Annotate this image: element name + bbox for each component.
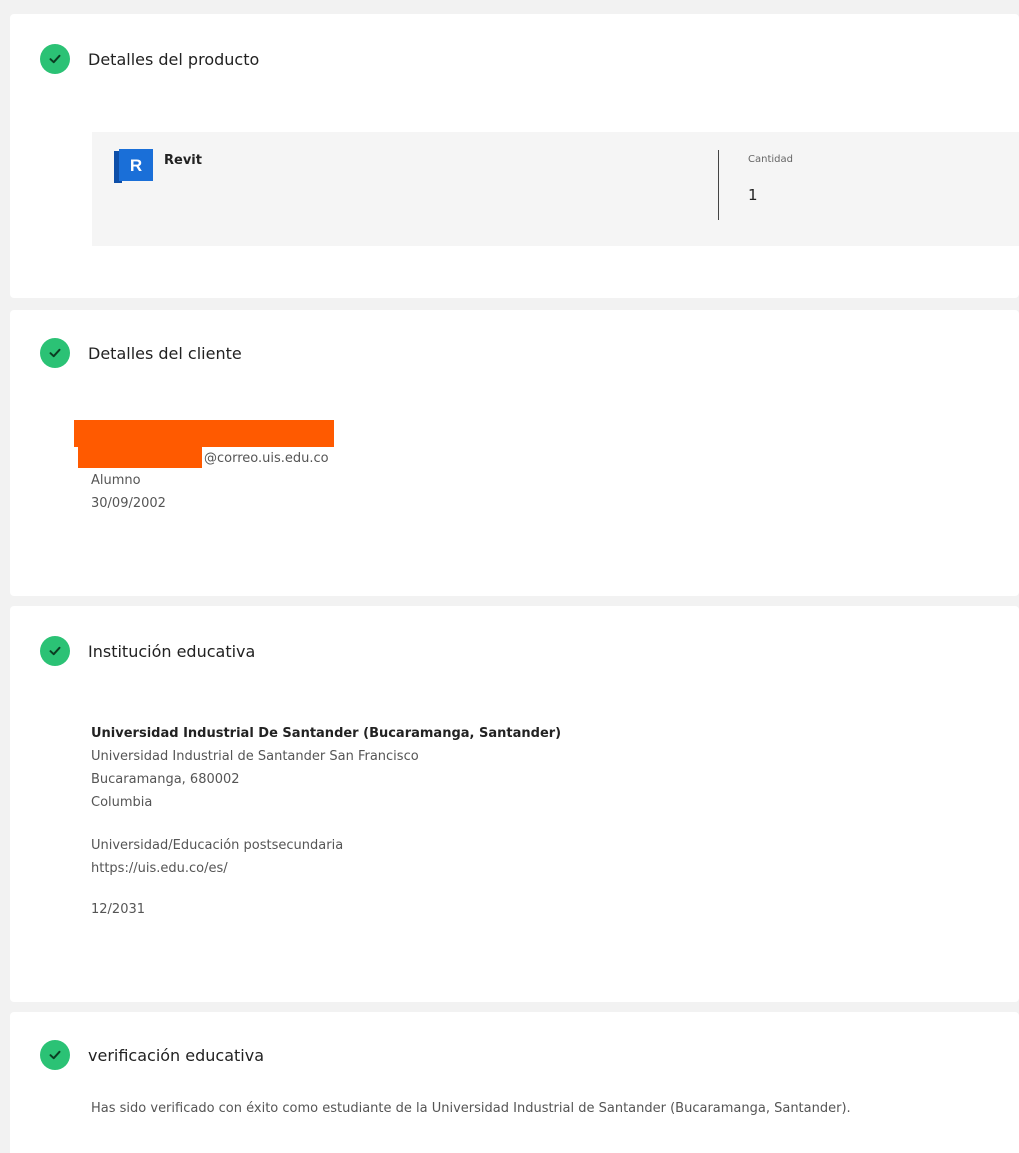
- redacted-email-prefix: [78, 446, 202, 468]
- client-birth-date: 30/09/2002: [91, 496, 166, 511]
- product-details-card: Detalles del producto R Revit Cantidad 1: [10, 14, 1019, 298]
- section-title: Detalles del cliente: [88, 343, 242, 363]
- product-name: Revit: [164, 153, 202, 168]
- product-row: R Revit Cantidad 1: [92, 132, 1019, 246]
- client-role: Alumno: [91, 473, 141, 488]
- section-title: Detalles del producto: [88, 49, 260, 69]
- client-details-header: Detalles del cliente: [40, 338, 242, 368]
- check-circle-icon: [40, 1040, 70, 1070]
- institution-end-date: 12/2031: [91, 902, 146, 917]
- quantity-label: Cantidad: [748, 154, 793, 165]
- logo-letter: R: [130, 156, 142, 175]
- check-circle-icon: [40, 44, 70, 74]
- institution-campus: Universidad Industrial de Santander San …: [91, 749, 419, 764]
- section-title: Institución educativa: [88, 641, 256, 661]
- institution-header: Institución educativa: [40, 636, 255, 666]
- institution-city: Bucaramanga, 680002: [91, 772, 240, 787]
- product-details-header: Detalles del producto: [40, 44, 259, 74]
- quantity-value: 1: [748, 186, 758, 204]
- institution-country: Columbia: [91, 795, 153, 810]
- institution-name: Universidad Industrial De Santander (Buc…: [91, 726, 562, 741]
- email-suffix: @correo.uis.edu.co: [204, 451, 329, 466]
- verification-card: verificación educativa Has sido verifica…: [10, 1012, 1019, 1153]
- institution-address: Universidad Industrial De Santander (Buc…: [91, 722, 561, 814]
- institution-info: Universidad/Educación postsecundaria htt…: [91, 834, 343, 880]
- client-details-card: Detalles del cliente @correo.uis.edu.co …: [10, 310, 1019, 596]
- divider: [718, 150, 719, 220]
- verification-header: verificación educativa: [40, 1040, 264, 1070]
- check-circle-icon: [40, 338, 70, 368]
- redacted-name: [74, 420, 334, 447]
- institution-website: https://uis.edu.co/es/: [91, 861, 228, 876]
- check-circle-icon: [40, 636, 70, 666]
- verification-message: Has sido verificado con éxito como estud…: [91, 1101, 851, 1116]
- section-title: verificación educativa: [88, 1045, 265, 1065]
- institution-card: Institución educativa Universidad Indust…: [10, 606, 1019, 1002]
- institution-type: Universidad/Educación postsecundaria: [91, 838, 344, 853]
- revit-logo-icon: R: [114, 149, 154, 185]
